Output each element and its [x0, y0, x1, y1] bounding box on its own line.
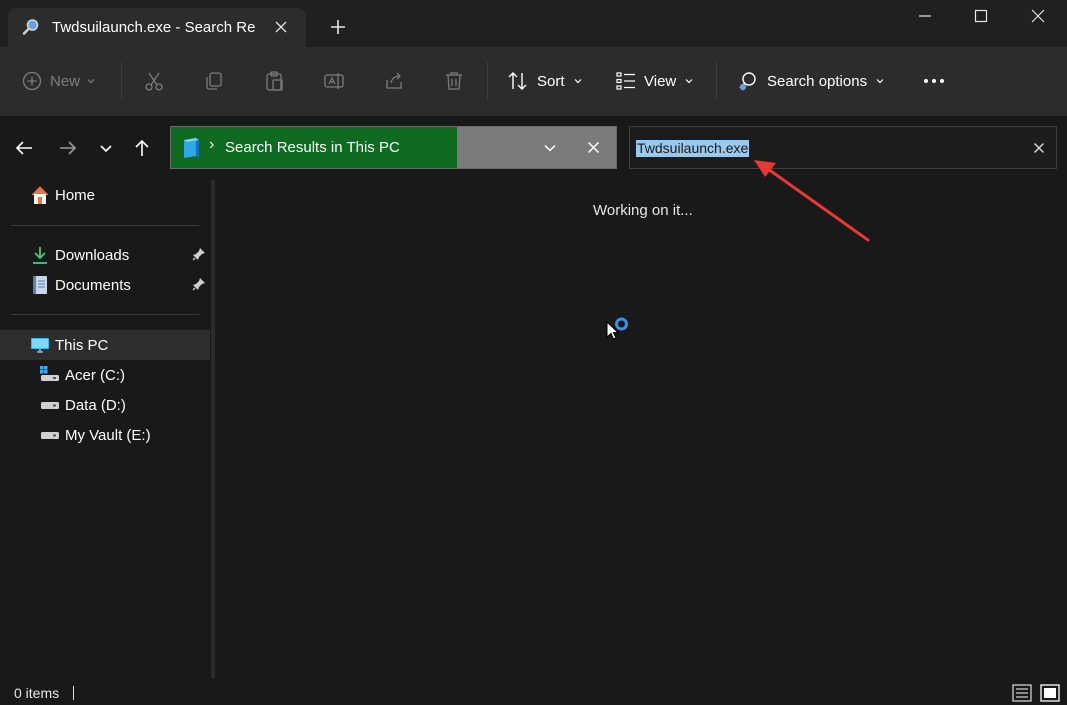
status-bar: 0 items	[0, 678, 1067, 705]
details-view-icon[interactable]	[1012, 684, 1032, 702]
annotation-arrow	[754, 160, 870, 242]
item-count: 0 items	[14, 685, 60, 701]
status-separator	[73, 686, 74, 700]
large-icons-view-icon[interactable]	[1040, 684, 1060, 702]
